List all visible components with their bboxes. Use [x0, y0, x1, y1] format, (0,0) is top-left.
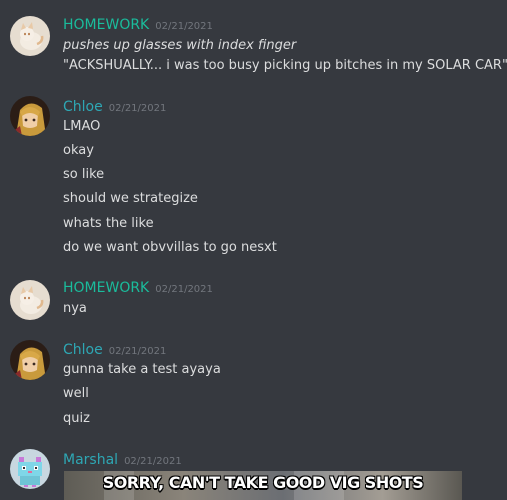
message-text: LMAO — [63, 119, 101, 134]
message-header: HOMEWORK 02/21/2021 — [63, 15, 213, 36]
timestamp: 02/21/2021 — [155, 284, 213, 295]
anime-avatar-icon[interactable] — [10, 96, 50, 136]
anime-avatar-icon[interactable] — [10, 340, 50, 380]
username[interactable]: Chloe — [63, 342, 103, 358]
message-text: pushes up glasses with index finger — [63, 38, 297, 53]
username[interactable]: HOMEWORK — [63, 280, 149, 296]
message-text: whats the like — [63, 216, 154, 231]
timestamp: 02/21/2021 — [155, 21, 213, 32]
cat-avatar-icon[interactable] — [10, 280, 50, 320]
username[interactable]: Chloe — [63, 99, 103, 115]
message-text: well — [63, 386, 89, 401]
username[interactable]: HOMEWORK — [63, 17, 149, 33]
message-text: gunna take a test ayaya — [63, 362, 221, 377]
image-attachment[interactable]: SORRY, CAN'T TAKE GOOD VIG SHOTS — [64, 471, 462, 500]
message-text: okay — [63, 143, 94, 158]
message-header: Chloe 02/21/2021 — [63, 340, 166, 361]
message-text: so like — [63, 167, 105, 182]
message-header: HOMEWORK 02/21/2021 — [63, 278, 213, 299]
image-caption: SORRY, CAN'T TAKE GOOD VIG SHOTS — [102, 473, 424, 492]
message-text: quiz — [63, 411, 90, 426]
username[interactable]: Marshal — [63, 452, 118, 468]
message-text: nya — [63, 301, 87, 316]
message-text: "ACKSHUALLY... i was too busy picking up… — [63, 58, 507, 73]
timestamp: 02/21/2021 — [124, 456, 182, 467]
pixel-cat-avatar-icon[interactable] — [10, 449, 50, 489]
chat-message-list: HOMEWORK 02/21/2021 pushes up glasses wit… — [0, 0, 507, 500]
message-text: should we strategize — [63, 191, 198, 206]
timestamp: 02/21/2021 — [108, 346, 167, 357]
message-header: Chloe 02/21/2021 — [63, 97, 166, 118]
timestamp: 02/21/2021 — [108, 103, 167, 114]
message-text: do we want obvvillas to go nesxt — [63, 240, 277, 255]
message-header: Marshal 02/21/2021 — [63, 450, 182, 471]
cat-avatar-icon[interactable] — [10, 16, 50, 56]
